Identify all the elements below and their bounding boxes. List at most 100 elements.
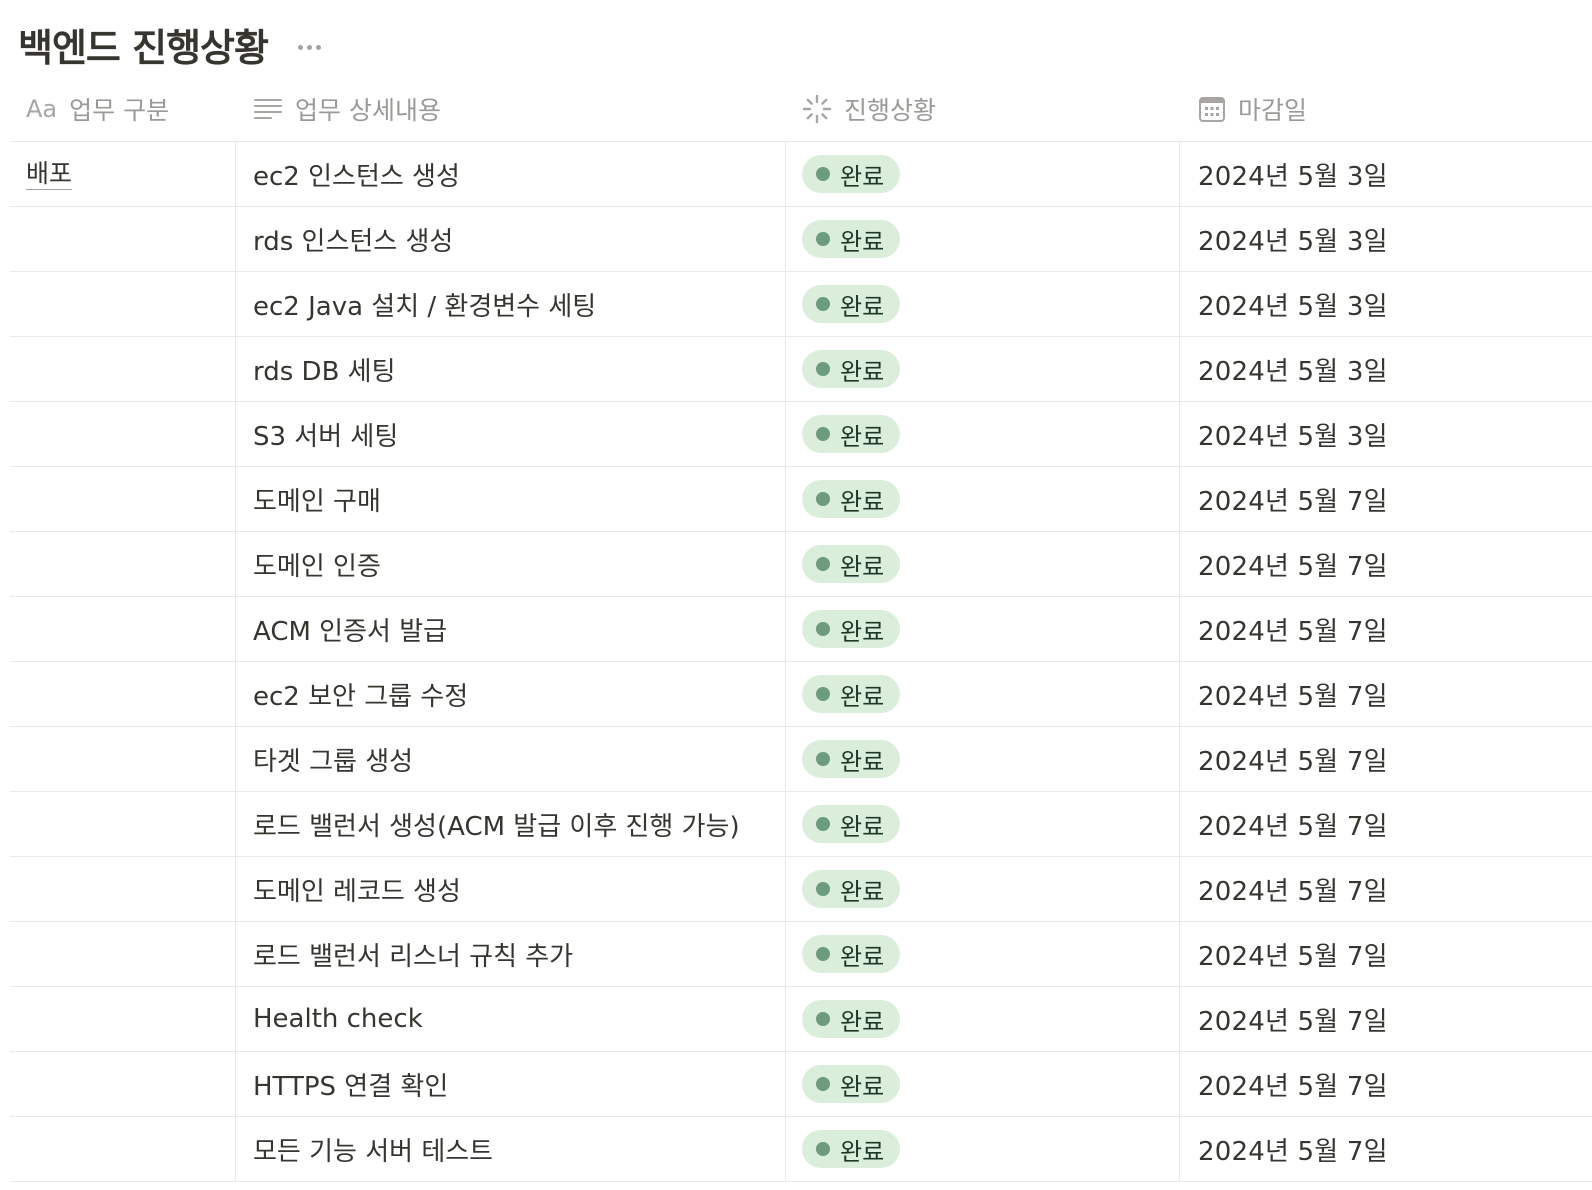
detail-cell[interactable]: 로드 밸런서 리스너 규칙 추가 xyxy=(236,922,786,986)
detail-cell[interactable]: Health check xyxy=(236,987,786,1051)
status-cell[interactable]: 완료 xyxy=(786,142,1180,206)
status-badge[interactable]: 완료 xyxy=(802,740,901,778)
due-date-cell[interactable]: 2024년 5월 3일 xyxy=(1180,142,1592,206)
status-badge[interactable]: 완료 xyxy=(802,545,901,583)
detail-cell[interactable]: ec2 Java 설치 / 환경변수 세팅 xyxy=(236,272,786,336)
due-date-cell[interactable]: 2024년 5월 3일 xyxy=(1180,272,1592,336)
detail-cell[interactable]: 모든 기능 서버 테스트 xyxy=(236,1117,786,1181)
table-row[interactable]: 도메인 레코드 생성 완료 2024년 5월 7일 xyxy=(10,857,1592,922)
due-date-cell[interactable]: 2024년 5월 7일 xyxy=(1180,857,1592,921)
category-cell[interactable] xyxy=(10,207,236,271)
status-badge[interactable]: 완료 xyxy=(802,350,901,388)
status-cell[interactable]: 완료 xyxy=(786,207,1180,271)
table-row[interactable]: 도메인 인증 완료 2024년 5월 7일 xyxy=(10,532,1592,597)
table-row[interactable]: S3 서버 세팅 완료 2024년 5월 3일 xyxy=(10,402,1592,467)
table-row[interactable]: rds 인스턴스 생성 완료 2024년 5월 3일 xyxy=(10,207,1592,272)
status-cell[interactable]: 완료 xyxy=(786,662,1180,726)
due-date-cell[interactable]: 2024년 5월 7일 xyxy=(1180,987,1592,1051)
table-row[interactable]: 로드 밸런서 리스너 규칙 추가 완료 2024년 5월 7일 xyxy=(10,922,1592,987)
column-header-detail[interactable]: 업무 상세내용 xyxy=(236,77,786,141)
category-cell[interactable] xyxy=(10,857,236,921)
status-cell[interactable]: 완료 xyxy=(786,857,1180,921)
category-cell[interactable] xyxy=(10,337,236,401)
status-cell[interactable]: 완료 xyxy=(786,337,1180,401)
category-cell[interactable] xyxy=(10,987,236,1051)
due-date-cell[interactable]: 2024년 5월 7일 xyxy=(1180,792,1592,856)
table-row[interactable]: rds DB 세팅 완료 2024년 5월 3일 xyxy=(10,337,1592,402)
status-badge[interactable]: 완료 xyxy=(802,1000,901,1038)
status-cell[interactable]: 완료 xyxy=(786,597,1180,661)
detail-cell[interactable]: rds 인스턴스 생성 xyxy=(236,207,786,271)
due-date-cell[interactable]: 2024년 5월 7일 xyxy=(1180,597,1592,661)
page-title[interactable]: 백엔드 진행상황 xyxy=(18,17,269,72)
column-header-status[interactable]: 진행상황 xyxy=(786,77,1180,141)
detail-cell[interactable]: rds DB 세팅 xyxy=(236,337,786,401)
status-cell[interactable]: 완료 xyxy=(786,1117,1180,1181)
detail-cell[interactable]: ec2 인스턴스 생성 xyxy=(236,142,786,206)
status-badge[interactable]: 완료 xyxy=(802,155,901,193)
category-cell[interactable] xyxy=(10,597,236,661)
category-cell[interactable] xyxy=(10,662,236,726)
row-title-link[interactable]: 배포 xyxy=(26,159,73,190)
category-cell[interactable] xyxy=(10,1052,236,1116)
due-date-cell[interactable]: 2024년 5월 7일 xyxy=(1180,727,1592,791)
detail-cell[interactable]: ACM 인증서 발급 xyxy=(236,597,786,661)
table-row[interactable]: Health check 완료 2024년 5월 7일 xyxy=(10,987,1592,1052)
status-cell[interactable]: 완료 xyxy=(786,792,1180,856)
status-cell[interactable]: 완료 xyxy=(786,467,1180,531)
detail-cell[interactable]: 도메인 인증 xyxy=(236,532,786,596)
status-badge[interactable]: 완료 xyxy=(802,935,901,973)
more-options-button[interactable] xyxy=(294,32,325,62)
detail-cell[interactable]: S3 서버 세팅 xyxy=(236,402,786,466)
status-badge[interactable]: 완료 xyxy=(802,415,901,453)
table-row[interactable]: 배포 ec2 인스턴스 생성 완료 2024년 5월 3일 xyxy=(10,142,1592,207)
column-header-due-date[interactable]: 마감일 xyxy=(1180,77,1592,141)
status-cell[interactable]: 완료 xyxy=(786,402,1180,466)
category-cell[interactable] xyxy=(10,922,236,986)
status-cell[interactable]: 완료 xyxy=(786,1052,1180,1116)
detail-cell[interactable]: 도메인 구매 xyxy=(236,467,786,531)
table-row[interactable]: ACM 인증서 발급 완료 2024년 5월 7일 xyxy=(10,597,1592,662)
due-date-cell[interactable]: 2024년 5월 7일 xyxy=(1180,532,1592,596)
table-row[interactable]: HTTPS 연결 확인 완료 2024년 5월 7일 xyxy=(10,1052,1592,1117)
status-cell[interactable]: 완료 xyxy=(786,272,1180,336)
status-badge[interactable]: 완료 xyxy=(802,285,901,323)
status-badge[interactable]: 완료 xyxy=(802,1065,901,1103)
detail-cell[interactable]: 도메인 레코드 생성 xyxy=(236,857,786,921)
due-date-cell[interactable]: 2024년 5월 7일 xyxy=(1180,1052,1592,1116)
due-date-cell[interactable]: 2024년 5월 3일 xyxy=(1180,402,1592,466)
due-date-cell[interactable]: 2024년 5월 7일 xyxy=(1180,1117,1592,1181)
due-date-cell[interactable]: 2024년 5월 7일 xyxy=(1180,467,1592,531)
due-date-cell[interactable]: 2024년 5월 3일 xyxy=(1180,337,1592,401)
detail-cell[interactable]: 로드 밸런서 생성(ACM 발급 이후 진행 가능) xyxy=(236,792,786,856)
category-cell[interactable] xyxy=(10,272,236,336)
category-cell[interactable]: 배포 xyxy=(10,142,236,206)
status-badge[interactable]: 완료 xyxy=(802,610,901,648)
due-date-cell[interactable]: 2024년 5월 7일 xyxy=(1180,662,1592,726)
category-cell[interactable] xyxy=(10,1117,236,1181)
due-date-cell[interactable]: 2024년 5월 3일 xyxy=(1180,207,1592,271)
status-cell[interactable]: 완료 xyxy=(786,987,1180,1051)
table-row[interactable]: ec2 보안 그룹 수정 완료 2024년 5월 7일 xyxy=(10,662,1592,727)
status-badge[interactable]: 완료 xyxy=(802,1130,901,1168)
category-cell[interactable] xyxy=(10,532,236,596)
status-cell[interactable]: 완료 xyxy=(786,727,1180,791)
category-cell[interactable] xyxy=(10,402,236,466)
status-badge[interactable]: 완료 xyxy=(802,220,901,258)
detail-cell[interactable]: ec2 보안 그룹 수정 xyxy=(236,662,786,726)
category-cell[interactable] xyxy=(10,792,236,856)
table-row[interactable]: 타겟 그룹 생성 완료 2024년 5월 7일 xyxy=(10,727,1592,792)
column-header-category[interactable]: Aa 업무 구분 xyxy=(10,77,236,141)
category-cell[interactable] xyxy=(10,727,236,791)
detail-cell[interactable]: HTTPS 연결 확인 xyxy=(236,1052,786,1116)
detail-cell[interactable]: 타겟 그룹 생성 xyxy=(236,727,786,791)
status-badge[interactable]: 완료 xyxy=(802,870,901,908)
status-badge[interactable]: 완료 xyxy=(802,480,901,518)
table-row[interactable]: 모든 기능 서버 테스트 완료 2024년 5월 7일 xyxy=(10,1117,1592,1182)
status-cell[interactable]: 완료 xyxy=(786,532,1180,596)
status-cell[interactable]: 완료 xyxy=(786,922,1180,986)
status-badge[interactable]: 완료 xyxy=(802,675,901,713)
category-cell[interactable] xyxy=(10,467,236,531)
due-date-cell[interactable]: 2024년 5월 7일 xyxy=(1180,922,1592,986)
table-row[interactable]: ec2 Java 설치 / 환경변수 세팅 완료 2024년 5월 3일 xyxy=(10,272,1592,337)
